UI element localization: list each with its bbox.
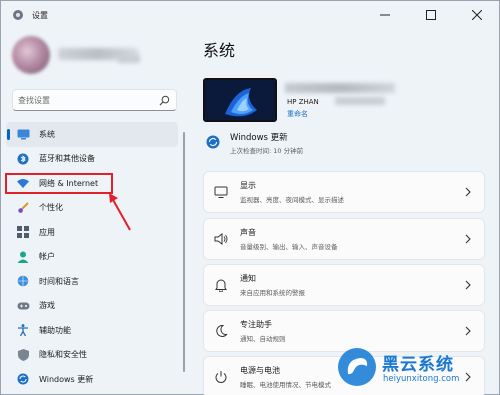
moon-icon [216, 324, 228, 337]
display-icon [214, 186, 228, 198]
chevron-right-icon [465, 372, 471, 382]
power-icon [215, 371, 227, 383]
chevron-right-icon [465, 326, 471, 336]
sidebar-nav: 系统 蓝牙和其他设备 网络 & Internet 个性化 应用 帐户 时间和语言… [6, 122, 178, 392]
accessibility-icon [16, 323, 30, 337]
update-icon [16, 372, 30, 386]
card-subtitle: 监视器、亮度、夜间模式、显示描述 [240, 196, 344, 204]
sidebar-item-label: 隐私和安全性 [39, 350, 87, 360]
maximize-button[interactable] [408, 0, 454, 30]
maximize-icon [426, 10, 436, 20]
annotation-arrow-icon [109, 193, 131, 231]
title-bar: 设置 [0, 0, 500, 30]
watermark-swirl-icon [347, 358, 368, 375]
brush-icon [16, 201, 30, 215]
display-card[interactable]: 显示 监视器、亮度、夜间模式、显示描述 [204, 172, 484, 212]
window-title: 设置 [32, 11, 48, 20]
sidebar-item-gaming[interactable]: 游戏 [6, 294, 178, 319]
settings-app-icon [13, 10, 23, 20]
chevron-right-icon [465, 234, 471, 244]
sidebar-item-label: Windows 更新 [39, 374, 94, 384]
card-title: 显示 [240, 181, 256, 190]
focus-assist-card[interactable]: 专注助手 通知、自动规则 [204, 311, 484, 351]
sidebar-item-label: 蓝牙和其他设备 [39, 154, 95, 164]
sidebar-item-apps[interactable]: 应用 [6, 220, 178, 245]
notifications-card[interactable]: 通知 来自应用和系统的警报 [204, 265, 484, 305]
monitor-icon [16, 127, 30, 141]
card-title: 声音 [240, 228, 256, 237]
windows-update-title[interactable]: Windows 更新 [230, 131, 288, 143]
card-title: 通知 [240, 274, 256, 283]
chevron-right-icon [465, 280, 471, 290]
card-subtitle: 来自应用和系统的警报 [240, 289, 305, 297]
watermark-title: 黑云系统 [382, 355, 454, 375]
sidebar-item-privacy[interactable]: 隐私和安全性 [6, 343, 178, 368]
card-title: 专注助手 [240, 320, 272, 329]
device-model-blurred [335, 97, 385, 105]
gamepad-icon [16, 299, 30, 313]
sidebar-item-time-language[interactable]: 时间和语言 [6, 269, 178, 294]
device-name-blurred [285, 83, 395, 93]
rename-link[interactable]: 重命名 [287, 109, 308, 119]
page-title: 系统 [203, 41, 236, 60]
windows-wallpaper-icon [205, 80, 275, 120]
user-email-blurred [118, 55, 140, 63]
sidebar-item-label: 系统 [39, 129, 55, 139]
watermark-url: heiyunxitong.com [383, 374, 460, 384]
sidebar-item-accessibility[interactable]: 辅助功能 [6, 318, 178, 343]
sidebar-item-label: 应用 [39, 227, 55, 237]
card-subtitle: 睡眠、电池使用情况、节电模式 [240, 381, 331, 389]
shield-icon [16, 348, 30, 362]
search-icon[interactable] [159, 95, 170, 106]
windows-update-subtitle: 上次检查时间: 10 分钟前 [230, 147, 304, 155]
card-subtitle: 通知、自动规则 [240, 335, 286, 343]
card-subtitle: 音量级别、输出、输入、声音设备 [240, 243, 338, 251]
globe-clock-icon [16, 274, 30, 288]
user-avatar[interactable] [12, 36, 50, 74]
card-title: 电源与电池 [240, 366, 280, 375]
apps-icon [16, 225, 30, 239]
sidebar-item-personalization[interactable]: 个性化 [6, 196, 178, 221]
sidebar-item-accounts[interactable]: 帐户 [6, 245, 178, 270]
close-button[interactable] [454, 0, 500, 30]
settings-search[interactable] [12, 89, 177, 111]
active-indicator [7, 129, 10, 140]
device-thumbnail [203, 78, 277, 122]
minimize-button[interactable] [362, 0, 408, 30]
speaker-icon [214, 233, 228, 245]
sidebar-item-label: 时间和语言 [39, 276, 79, 286]
person-icon [16, 250, 30, 264]
close-icon [472, 10, 482, 20]
sidebar-item-system[interactable]: 系统 [6, 122, 178, 147]
bluetooth-icon [16, 152, 30, 166]
sidebar-item-windows-update[interactable]: Windows 更新 [6, 367, 178, 392]
search-input[interactable] [13, 90, 158, 110]
minimize-icon [380, 14, 390, 16]
sidebar-item-label: 游戏 [39, 301, 55, 311]
bell-icon [215, 279, 227, 292]
annotation-highlight-box [5, 173, 113, 194]
sidebar-item-label: 个性化 [39, 203, 63, 213]
device-name: HP ZHAN [287, 98, 319, 106]
chevron-right-icon [465, 187, 471, 197]
sidebar-item-bluetooth[interactable]: 蓝牙和其他设备 [6, 147, 178, 172]
windows-update-icon[interactable] [206, 135, 220, 149]
sound-card[interactable]: 声音 音量级别、输出、输入、声音设备 [204, 219, 484, 259]
sidebar-item-label: 帐户 [39, 252, 55, 262]
sidebar-item-label: 辅助功能 [39, 325, 71, 335]
watermark-logo [338, 348, 376, 386]
sidebar-scrollbar[interactable] [183, 132, 185, 372]
